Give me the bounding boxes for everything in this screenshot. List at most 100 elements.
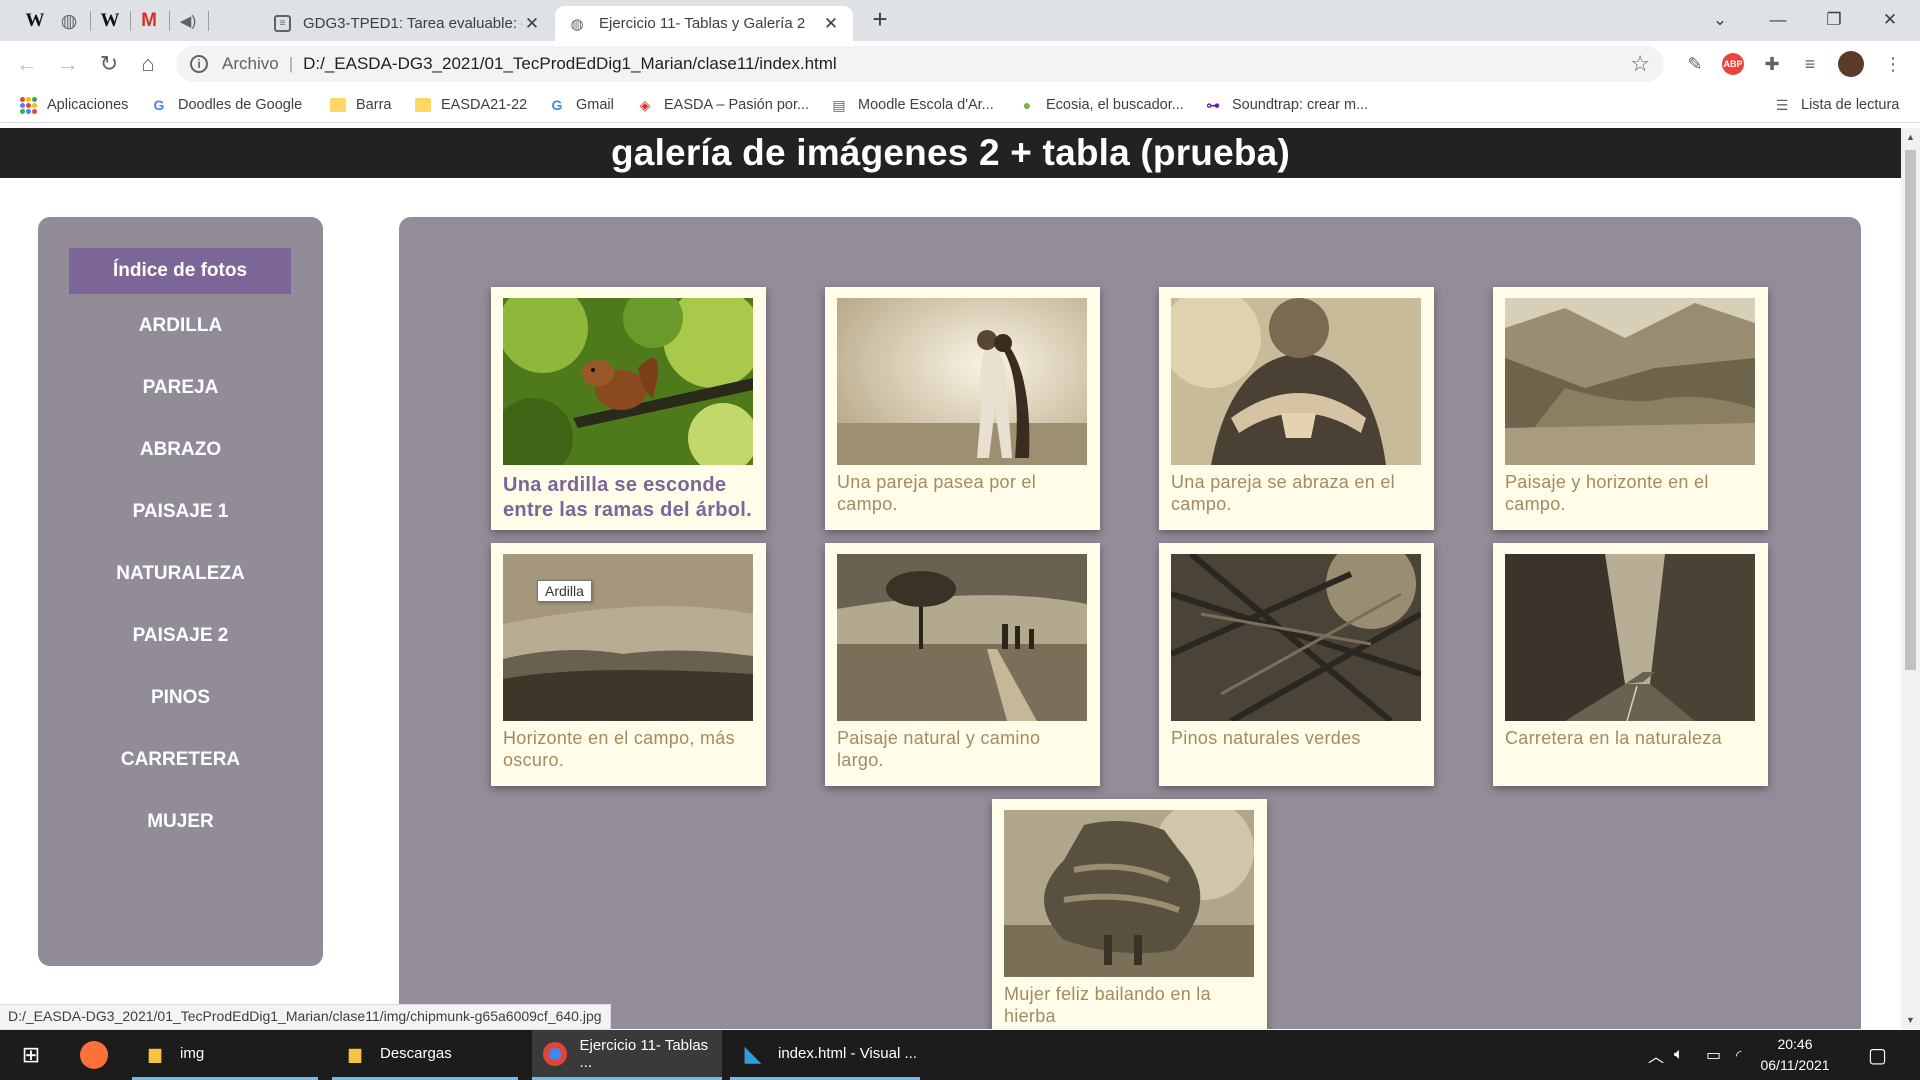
address-divider: | <box>288 54 294 73</box>
gallery-caption: Mujer feliz bailando en la hierba <box>1004 984 1211 1026</box>
taskbar-item-img[interactable]: ▆ img <box>132 1030 318 1080</box>
site-info-icon[interactable]: i <box>190 55 208 73</box>
taskbar-item-descargas[interactable]: ▆ Descargas <box>332 1030 518 1080</box>
battery-icon[interactable]: ▭ <box>1706 1030 1721 1080</box>
sidebar-item-paisaje-2[interactable]: PAISAJE 2 <box>38 625 323 647</box>
gallery-card-pareja[interactable]: Una pareja pasea por el campo. <box>825 287 1100 530</box>
sidebar-item-pinos[interactable]: PINOS <box>38 687 323 709</box>
gallery-caption: Horizonte en el campo, más oscuro. <box>503 728 735 770</box>
sidebar-item-paisaje-1[interactable]: PAISAJE 1 <box>38 501 323 523</box>
gmail-tab-icon[interactable]: M <box>135 7 163 35</box>
close-icon[interactable]: ✕ <box>522 14 542 34</box>
gallery-card-naturaleza[interactable]: Horizonte en el campo, más oscuro. <box>491 543 766 786</box>
muted-audio-tab-icon[interactable]: ◀) <box>174 7 202 35</box>
bookmark-doodles[interactable]: G Doodles de Google <box>150 93 303 117</box>
taskbar-item-chrome[interactable]: Ejercicio 11- Tablas ... <box>532 1030 722 1080</box>
address-scheme: Archivo <box>222 54 279 73</box>
gallery-caption: Paisaje natural y camino largo. <box>837 728 1041 770</box>
dancer-photo[interactable] <box>1004 810 1254 977</box>
bookmark-moodle[interactable]: ▤ Moodle Escola d'Ar... <box>830 93 993 117</box>
menu-kebab-icon[interactable]: ⋮ <box>1880 51 1906 77</box>
path-photo[interactable] <box>837 554 1087 721</box>
couple-photo[interactable] <box>837 298 1087 465</box>
notifications-icon[interactable]: ▢ <box>1868 1030 1887 1080</box>
taskbar-label: index.html - Visual ... <box>778 1045 917 1062</box>
media-queue-icon[interactable]: ≡ <box>1797 51 1823 77</box>
speaker-icon[interactable]: 🔈︎ <box>1674 1030 1684 1080</box>
clock-date: 06/11/2021 <box>1760 1057 1830 1073</box>
bookmark-label: EASDA – Pasión por... <box>664 97 810 113</box>
extension-pen-icon[interactable]: ✎ <box>1682 51 1708 77</box>
new-tab-icon[interactable]: + <box>866 6 894 34</box>
address-bar[interactable]: i Archivo | D:/_EASDA-DG3_2021/01_TecPro… <box>176 46 1664 82</box>
gallery-caption: Una pareja se abraza en el campo. <box>1171 472 1395 514</box>
tab-search-icon[interactable]: ⌄ <box>1700 4 1740 36</box>
bookmark-barra[interactable]: Barra <box>330 93 391 117</box>
bookmark-easda[interactable]: ◈ EASDA – Pasión por... <box>636 93 809 117</box>
scrollbar-thumb[interactable] <box>1905 150 1916 670</box>
forward-icon[interactable]: → <box>53 49 83 79</box>
tab-tarea-evaluable[interactable]: ≡ GDG3-TPED1: Tarea evaluable: ga ✕ <box>262 6 554 41</box>
bookmark-ecosia[interactable]: ● Ecosia, el buscador... <box>1018 93 1184 117</box>
document-icon: ≡ <box>274 15 291 32</box>
reload-icon[interactable]: ↻ <box>94 49 124 79</box>
bookmark-aplicaciones[interactable]: Aplicaciones <box>20 93 128 117</box>
gallery-card-carretera[interactable]: Carretera en la naturaleza <box>1493 543 1768 786</box>
bookmark-reading-list[interactable]: ☰ Lista de lectura <box>1773 93 1900 117</box>
window-close-icon[interactable]: ✕ <box>1870 4 1910 36</box>
home-icon[interactable]: ⌂ <box>133 49 163 79</box>
soundtrap-icon: ⊶ <box>1206 96 1220 113</box>
bookmark-easda21-22[interactable]: EASDA21-22 <box>415 93 527 117</box>
firefox-icon[interactable] <box>74 1030 114 1080</box>
tab-ejercicio-11[interactable]: ◍ Ejercicio 11- Tablas y Galería 2 ✕ <box>555 6 853 41</box>
sidebar-item-ardilla[interactable]: ARDILLA <box>38 315 323 337</box>
address-url[interactable]: D:/_EASDA-DG3_2021/01_TecProdEdDig1_Mari… <box>303 54 837 74</box>
back-icon[interactable]: ← <box>12 49 42 79</box>
bookmark-gmail[interactable]: G Gmail <box>548 93 614 117</box>
scroll-up-icon[interactable]: ▲ <box>1901 132 1920 142</box>
tab-separator <box>208 11 209 31</box>
extensions-puzzle-icon[interactable]: ✚ <box>1759 51 1785 77</box>
taskbar-clock[interactable]: 20:46 06/11/2021 <box>1740 1034 1850 1076</box>
gallery-card-pinos[interactable]: Pinos naturales verdes <box>1159 543 1434 786</box>
gallery-caption: Una ardilla se esconde entre las ramas d… <box>503 474 753 521</box>
squirrel-photo[interactable] <box>503 298 753 465</box>
tray-chevron-icon[interactable]: ︿ <box>1648 1030 1664 1080</box>
sidebar-item-mujer[interactable]: MUJER <box>38 811 323 833</box>
wikipedia-tab-icon[interactable]: W <box>21 7 49 35</box>
bookmark-label: Ecosia, el buscador... <box>1046 97 1184 113</box>
page-scrollbar[interactable]: ▲ ▼ <box>1901 128 1920 1029</box>
close-icon[interactable]: ✕ <box>821 14 841 34</box>
sidebar-item-abrazo[interactable]: ABRAZO <box>38 439 323 461</box>
sidebar-item-naturaleza[interactable]: NATURALEZA <box>38 563 323 585</box>
profile-avatar[interactable] <box>1838 51 1864 77</box>
windows-start-icon[interactable]: ⊞ <box>14 1030 48 1080</box>
scroll-down-icon[interactable]: ▼ <box>1901 1015 1920 1025</box>
gallery-card-mujer[interactable]: Mujer feliz bailando en la hierba <box>992 799 1267 1029</box>
globe-tab-icon[interactable]: ◍ <box>55 7 83 35</box>
pine-photo[interactable] <box>1171 554 1421 721</box>
gallery-card-ardilla[interactable]: Una ardilla se esconde entre las ramas d… <box>491 287 766 530</box>
gallery-card-paisaje-2[interactable]: Paisaje natural y camino largo. <box>825 543 1100 786</box>
bookmark-soundtrap[interactable]: ⊶ Soundtrap: crear m... <box>1204 93 1368 117</box>
taskbar-label: img <box>180 1045 205 1062</box>
tab-separator <box>130 11 131 31</box>
google-icon: G <box>153 97 165 113</box>
bookmark-star-icon[interactable]: ☆ <box>1630 51 1650 77</box>
image-tooltip: Ardilla <box>537 580 592 602</box>
sidebar-item-pareja[interactable]: PAREJA <box>38 377 323 399</box>
wikipedia-tab-icon[interactable]: W <box>96 7 124 35</box>
minimize-icon[interactable]: — <box>1758 4 1798 36</box>
reading-list-icon: ☰ <box>1775 96 1789 113</box>
tab-strip: W ◍ W M ◀) ≡ GDG3-TPED1: Tarea evaluable… <box>0 0 1920 41</box>
taskbar-item-vscode[interactable]: ◣ index.html - Visual ... <box>730 1030 920 1080</box>
sidebar-item-carretera[interactable]: CARRETERA <box>38 749 323 771</box>
gallery-card-abrazo[interactable]: Una pareja se abraza en el campo. <box>1159 287 1434 530</box>
restore-icon[interactable]: ❐ <box>1814 4 1854 36</box>
road-photo[interactable] <box>1505 554 1755 721</box>
bookmark-label: Soundtrap: crear m... <box>1232 97 1369 113</box>
valley-photo[interactable] <box>1505 298 1755 465</box>
hug-photo[interactable] <box>1171 298 1421 465</box>
adblock-plus-icon[interactable]: ABP <box>1722 53 1744 75</box>
gallery-card-paisaje-1[interactable]: Paisaje y horizonte en el campo. <box>1493 287 1768 530</box>
